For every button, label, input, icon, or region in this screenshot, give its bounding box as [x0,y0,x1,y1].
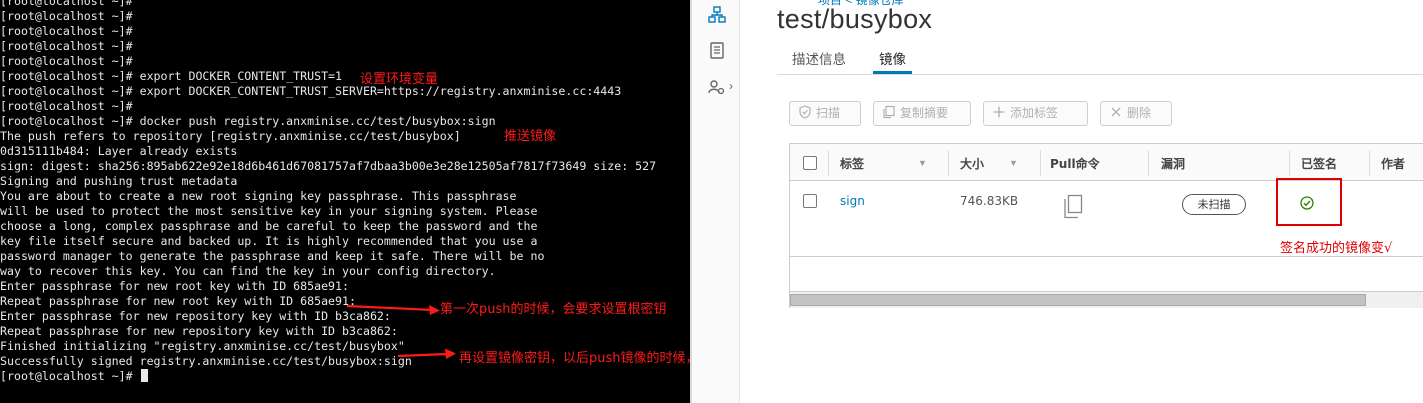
terminal-line: way to recover this key. You can find th… [0,264,496,278]
annotation-root-key: 第一次push的时候，会要求设置根密钥 [440,302,667,317]
vulnerability-status-badge: 未扫描 [1182,194,1246,215]
tab-images[interactable]: 镜像 [879,48,906,68]
terminal-line: will be used to protect the most sensiti… [0,204,538,218]
horizontal-scrollbar[interactable] [790,292,1423,308]
column-author[interactable]: 作者 [1381,155,1405,172]
select-all-checkbox[interactable] [803,156,817,170]
harbor-panel: › 项目 < 镜像仓库 test/busybox 描述信息 镜像 扫描 复制摘要… [692,0,1423,403]
table-footer [790,258,1423,292]
terminal-line: Enter passphrase for new root key with I… [0,279,350,293]
scan-button-label: 扫描 [816,106,841,120]
repository-icon[interactable] [706,4,728,26]
terminal-line: Enter passphrase for new repository key … [0,309,391,323]
column-divider [1289,150,1290,176]
terminal-line: [root@localhost ~]# export DOCKER_CONTEN… [0,84,622,98]
column-divider [948,150,949,176]
terminal-line: [root@localhost ~]# [0,9,133,23]
column-divider [828,150,829,176]
column-divider [1040,150,1041,176]
annotation-push-image: 推送镜像 [504,129,557,144]
terminal-line: [root@localhost ~]# docker push registry… [0,114,496,128]
tag-link[interactable]: sign [840,194,865,208]
chevron-right-icon[interactable]: › [729,79,733,93]
column-signed[interactable]: 已签名 [1301,155,1337,172]
delete-button[interactable]: 删除 [1100,101,1172,126]
terminal-line: [root@localhost ~]# [0,24,133,38]
shield-icon [798,104,812,119]
terminal-line: 0d315111b484: Layer already exists [0,144,238,158]
column-vulnerability[interactable]: 漏洞 [1161,155,1185,172]
terminal-line: [root@localhost ~]# [0,54,133,68]
terminal-window[interactable]: [root@localhost ~]# [root@localhost ~]# [r… [0,0,690,403]
terminal-line: [root@localhost ~]# export DOCKER_CONTEN… [0,69,343,83]
arrow-repo-key [397,348,456,359]
tabs-divider [777,74,1423,75]
arrow-root-key [346,304,440,315]
terminal-line: password manager to generate the passphr… [0,249,545,263]
document-icon[interactable] [706,40,728,62]
annotation-signed: 签名成功的镜像变√ [1280,241,1393,256]
terminal-line: Signing and pushing trust metadata [0,174,238,188]
terminal-line: key file itself secure and backed up. It… [0,234,538,248]
copy-digest-button-label: 复制摘要 [900,106,949,120]
terminal-line: You are about to create a new root signi… [0,189,517,203]
column-divider [1369,150,1370,176]
column-pull-command[interactable]: Pull命令 [1050,155,1100,172]
delete-button-label: 删除 [1127,106,1152,120]
side-nav: › [692,0,740,403]
tag-cell: sign [840,194,865,208]
table-header: 标签 ▼ 大小 ▼ Pull命令 漏洞 已签名 作者 [790,144,1423,181]
tab-description[interactable]: 描述信息 [792,48,846,68]
scrollbar-thumb[interactable] [790,294,1366,306]
image-table: 标签 ▼ 大小 ▼ Pull命令 漏洞 已签名 作者 sign 746.83KB… [789,143,1423,308]
settings-icon[interactable] [706,76,728,98]
terminal-line: [root@localhost ~]# [0,0,133,8]
terminal-line: sign: digest: sha256:895ab622e92e18d6b46… [0,159,657,173]
terminal-line: [root@localhost ~]# [0,39,133,53]
terminal-line: choose a long, complex passphrase and be… [0,219,538,233]
plus-icon [992,104,1006,118]
sort-icon[interactable]: ▼ [1009,158,1018,168]
annotation-set-env: 设置环境变量 [360,72,439,87]
column-tag[interactable]: 标签 [840,155,864,172]
copy-icon [882,104,896,119]
terminal-cursor [140,369,148,382]
copy-digest-button[interactable]: 复制摘要 [873,101,971,126]
scan-button[interactable]: 扫描 [789,101,861,126]
terminal-line: Repeat passphrase for new root key with … [0,294,356,308]
sort-icon[interactable]: ▼ [918,158,927,168]
terminal-line: Repeat passphrase for new repository key… [0,324,398,338]
column-divider [1148,150,1149,176]
close-icon [1109,104,1123,118]
add-label-button[interactable]: 添加标签 [983,101,1088,126]
table-row[interactable]: sign 746.83KB 未扫描 签名成功的镜像变√ [790,178,1423,257]
row-checkbox[interactable] [803,194,817,208]
terminal-line: The push refers to repository [registry.… [0,129,461,143]
page-title: test/busybox [777,4,933,34]
terminal-line: Finished initializing "registry.anxminis… [0,339,405,353]
terminal-line: [root@localhost ~]# [0,99,133,113]
size-cell: 746.83KB [960,194,1019,208]
signed-highlight-box [1276,178,1342,226]
column-size[interactable]: 大小 [960,155,984,172]
add-label-button-label: 添加标签 [1010,106,1059,120]
terminal-line: Successfully signed registry.anxminise.c… [0,354,412,368]
terminal-line: [root@localhost ~]# [0,369,148,384]
copy-pull-command-icon[interactable] [1062,194,1084,225]
